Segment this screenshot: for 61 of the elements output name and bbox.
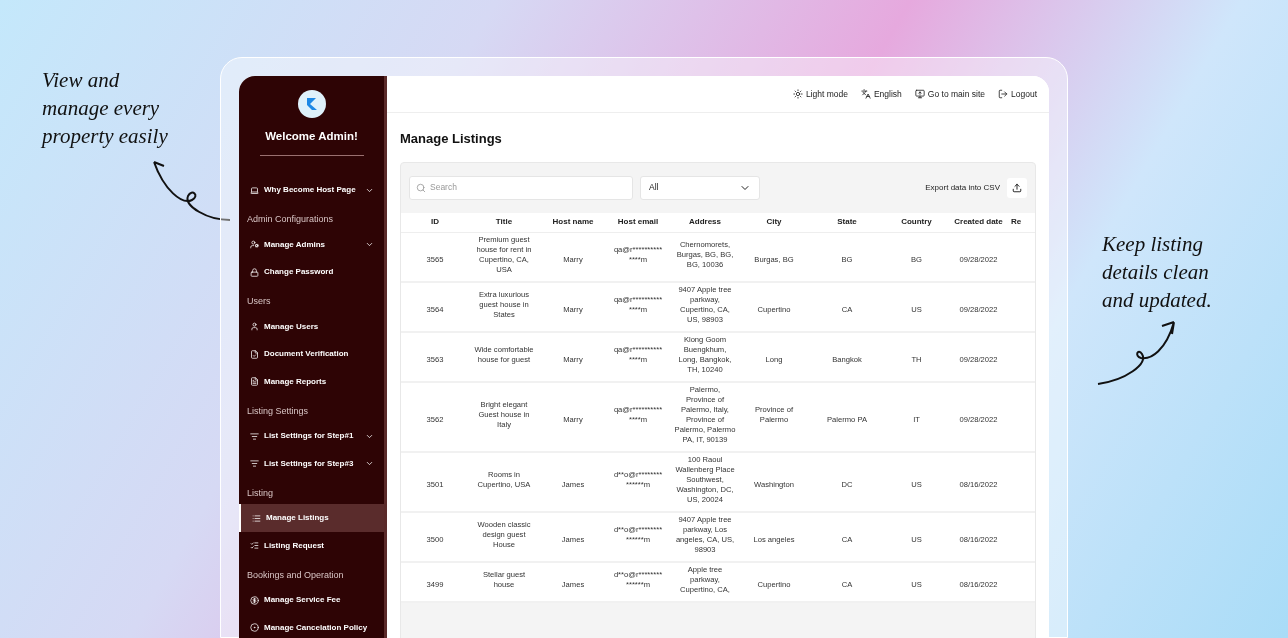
sidebar-item[interactable]: Manage Listings xyxy=(239,504,384,532)
search-field[interactable]: Search xyxy=(409,175,633,200)
column-header: ID xyxy=(431,217,439,227)
callout-text: Keep listing details clean and updated. xyxy=(1102,231,1213,314)
target-icon xyxy=(250,623,259,632)
top-bar-link[interactable]: Go to main site xyxy=(914,87,985,101)
sidebar-item[interactable]: Manage Service Fee xyxy=(239,586,384,614)
column-header: Host name xyxy=(552,217,594,227)
sidebar-item[interactable]: List Settings for Step#3 xyxy=(239,449,384,478)
export-label: Export data into CSV xyxy=(925,181,1000,194)
column-header: Address xyxy=(689,217,721,227)
laptop-icon xyxy=(250,185,259,195)
filter-list-icon xyxy=(250,459,259,468)
upload-icon xyxy=(1012,182,1022,193)
search-input[interactable]: Search xyxy=(430,181,626,194)
checklist-icon xyxy=(250,541,259,550)
sidebar-item[interactable]: Manage Reports xyxy=(239,367,384,396)
column-header: Title xyxy=(495,217,513,227)
callout-text: View and manage every property easily xyxy=(42,67,169,150)
top-bar-link[interactable]: Logout xyxy=(998,87,1037,101)
sidebar-item[interactable]: List Settings for Step#1 xyxy=(239,422,384,450)
top-bar-link[interactable]: Light mode xyxy=(792,87,848,101)
search-icon xyxy=(416,182,426,193)
sidebar-item[interactable]: Manage Users xyxy=(239,312,384,341)
logo-icon xyxy=(297,90,326,118)
filter-list-icon xyxy=(250,431,259,441)
chevron-down-icon xyxy=(365,240,374,249)
document-check-icon xyxy=(250,349,259,359)
chevron-down-icon xyxy=(365,459,374,468)
column-header: Re xyxy=(1011,217,1022,227)
user-gear-icon xyxy=(250,240,259,249)
welcome-title: Welcome Admin! xyxy=(265,129,358,144)
section-heading: Listing Settings xyxy=(246,404,310,418)
column-header: Country xyxy=(901,217,932,227)
monitor-icon xyxy=(914,89,925,99)
language-icon xyxy=(860,89,871,99)
coin-icon xyxy=(250,595,259,605)
sidebar-item[interactable]: Listing Request xyxy=(239,531,384,560)
column-header: City xyxy=(766,217,782,227)
sidebar-item[interactable]: Document Verification xyxy=(239,340,384,368)
sidebar-item[interactable]: Why Become Host Page xyxy=(239,176,384,204)
sidebar-item[interactable]: Change Password xyxy=(239,258,384,286)
sun-icon xyxy=(792,89,803,99)
section-heading: Users xyxy=(246,295,272,309)
section-heading: Listing xyxy=(246,486,274,500)
column-header: Host email xyxy=(617,217,659,227)
filter-dropdown[interactable]: All xyxy=(640,175,760,200)
user-icon xyxy=(250,322,259,331)
lock-icon xyxy=(250,267,259,277)
column-header: State xyxy=(837,217,857,227)
sidebar-item[interactable]: Manage Cancelation Policy xyxy=(239,613,384,638)
section-heading: Admin Configurations xyxy=(246,213,335,227)
list-icon xyxy=(252,513,261,523)
column-header: Created date xyxy=(954,217,1003,227)
logout-icon xyxy=(998,89,1008,99)
page-title: Manage Listings xyxy=(400,130,503,148)
section-heading: Bookings and Operation xyxy=(246,568,345,582)
sidebar-item[interactable]: Manage Admins xyxy=(239,230,384,259)
document-icon xyxy=(250,377,259,386)
export-button[interactable] xyxy=(1007,177,1027,198)
top-bar-link[interactable]: English xyxy=(860,87,902,101)
